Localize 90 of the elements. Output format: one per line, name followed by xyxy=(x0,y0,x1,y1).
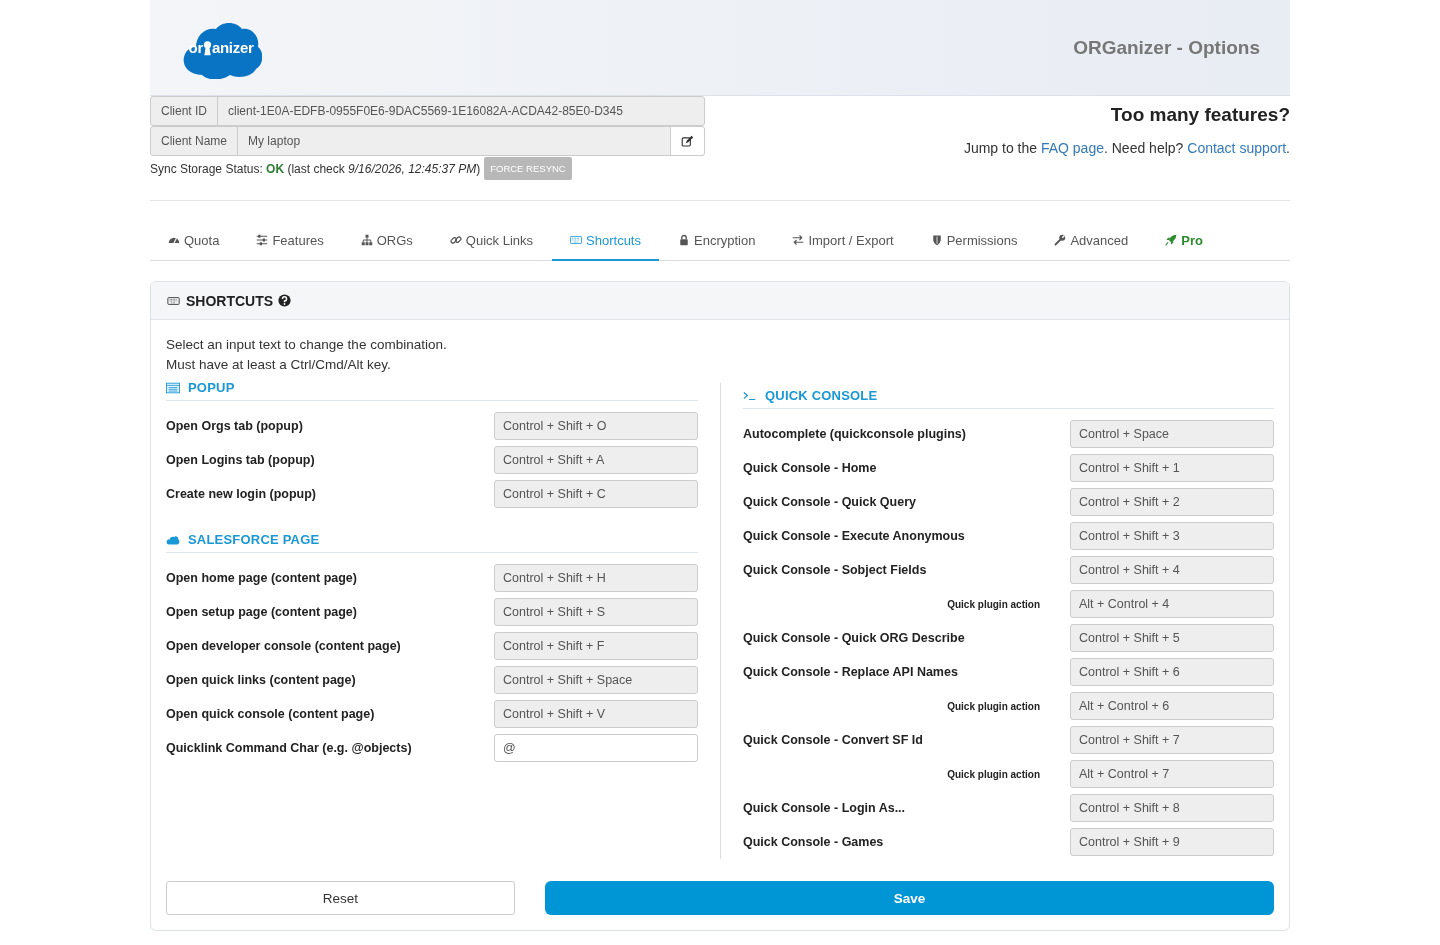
logo-text: or xyxy=(188,39,203,56)
shortcut-field[interactable]: Control + Shift + 4 xyxy=(1070,556,1274,584)
shortcut-label: Quicklink Command Char (e.g. @objects) xyxy=(166,741,412,755)
shortcut-label: Open quick links (content page) xyxy=(166,673,356,687)
logo-text: anizer xyxy=(211,39,254,56)
tab[interactable]: Pro xyxy=(1147,221,1221,261)
shortcut-field[interactable]: Control + Shift + 7 xyxy=(1070,726,1274,754)
tab[interactable]: Permissions xyxy=(912,221,1036,261)
sub-label: Quick plugin action xyxy=(947,700,1040,712)
save-button[interactable]: Save xyxy=(545,881,1274,915)
help-text: Jump to the FAQ page. Need help? Contact support. xyxy=(963,140,1290,156)
client-id-field[interactable]: Client ID client-1E0A-EDFB-0955F0E6-9DAC5569-1E16082A-ACDA42-85E0-D345 xyxy=(150,96,705,126)
shortcut-field[interactable]: Control + Shift + H xyxy=(494,564,698,592)
shortcut-label: Open quick console (content page) xyxy=(166,707,375,721)
sub-label: Quick plugin action xyxy=(947,768,1040,780)
sync-status-text: Sync Storage Status: OK (last check 9/16/2026, 12:45:37 PM) xyxy=(150,161,481,176)
tab[interactable]: Shortcuts xyxy=(552,221,659,261)
shortcut-field[interactable]: Control + Shift + S xyxy=(494,598,698,626)
shortcut-field[interactable]: Control + Shift + C xyxy=(494,480,698,508)
keyboard-icon xyxy=(166,294,181,307)
rocket-icon xyxy=(1165,234,1178,246)
shortcut-field[interactable]: Control + Space xyxy=(1070,420,1274,448)
field-value: client-1E0A-EDFB-0955F0E6-9DAC5569-1E16082A-ACDA42-85E0-D345 xyxy=(227,103,624,120)
page-title: ORGanizer - Options xyxy=(1073,36,1260,59)
shortcut-field[interactable]: @ xyxy=(494,734,698,762)
help-link[interactable]: FAQ page xyxy=(1040,140,1104,156)
shortcut-field[interactable]: Control + Shift + 9 xyxy=(1070,828,1274,856)
shortcut-field[interactable]: Alt + Control + 4 xyxy=(1070,590,1274,618)
shortcut-label: Open home page (content page) xyxy=(166,571,357,585)
keyhole-icon xyxy=(202,39,212,56)
shortcut-label: Quick Console - Convert SF Id xyxy=(743,733,923,747)
shortcut-label: Quick Console - Execute Anonymous xyxy=(743,529,965,543)
link-icon xyxy=(449,234,462,246)
shield-icon xyxy=(930,234,943,246)
tab[interactable]: Features xyxy=(238,221,342,261)
tab[interactable]: Quick Links xyxy=(431,221,552,261)
field-label: Client ID xyxy=(151,97,218,125)
shortcut-field[interactable]: Control + Shift + 2 xyxy=(1070,488,1274,516)
shortcut-label: Open Orgs tab (popup) xyxy=(166,419,303,433)
shortcut-field[interactable]: Control + Shift + 3 xyxy=(1070,522,1274,550)
section-title: POPUP xyxy=(188,380,235,395)
shortcut-field[interactable]: Control + Shift + V xyxy=(494,700,698,728)
field-label: Client Name xyxy=(151,127,239,155)
help-icon xyxy=(278,294,292,307)
sliders-icon xyxy=(256,234,269,246)
tab[interactable]: Encryption xyxy=(660,221,774,261)
lock-icon xyxy=(678,234,690,246)
shortcut-field[interactable]: Control + Shift + F xyxy=(494,632,698,660)
tab[interactable]: Import / Export xyxy=(774,221,912,261)
section-title: SALESFORCE PAGE xyxy=(188,532,320,547)
shortcut-label: Quick Console - Replace API Names xyxy=(743,665,958,679)
client-name-field[interactable]: Client Name My laptop xyxy=(150,126,705,156)
tab[interactable]: Advanced xyxy=(1036,221,1147,261)
panel-title: SHORTCUTS xyxy=(186,292,274,309)
edit-icon xyxy=(681,134,694,148)
section-title: QUICK CONSOLE xyxy=(765,388,878,403)
arrows-icon xyxy=(792,234,805,246)
shortcut-label: Open Logins tab (popup) xyxy=(166,453,315,467)
wrench-icon xyxy=(1054,234,1067,246)
window-icon xyxy=(166,380,180,395)
help-heading: Too many features? xyxy=(1109,104,1290,126)
shortcut-field[interactable]: Alt + Control + 7 xyxy=(1070,760,1274,788)
shortcut-label: Quick Console - Sobject Fields xyxy=(743,563,927,577)
shortcut-label: Quick Console - Quick ORG Describe xyxy=(743,631,965,645)
instruction-text: Select an input text to change the combination. xyxy=(166,336,448,354)
shortcut-label: Open developer console (content page) xyxy=(166,639,401,653)
shortcut-label: Autocomplete (quickconsole plugins) xyxy=(743,427,966,441)
shortcut-field[interactable]: Control + Shift + Space xyxy=(494,666,698,694)
shortcut-label: Create new login (popup) xyxy=(166,487,316,501)
tab[interactable]: ORGs xyxy=(342,221,431,261)
shortcut-field[interactable]: Control + Shift + 1 xyxy=(1070,454,1274,482)
shortcut-field[interactable]: Control + Shift + 5 xyxy=(1070,624,1274,652)
shortcut-label: Quick Console - Login As... xyxy=(743,801,906,815)
field-value: My laptop xyxy=(247,133,302,150)
sitemap-icon xyxy=(360,234,373,246)
shortcut-label: Quick Console - Games xyxy=(743,835,884,849)
shortcut-field[interactable]: Control + Shift + 6 xyxy=(1070,658,1274,686)
reset-button[interactable]: Reset xyxy=(166,881,515,915)
shortcut-label: Quick Console - Home xyxy=(743,461,877,475)
shortcut-field[interactable]: Alt + Control + 6 xyxy=(1070,692,1274,720)
sub-label: Quick plugin action xyxy=(947,598,1040,610)
shortcut-field[interactable]: Control + Shift + A xyxy=(494,446,698,474)
keyboard-icon xyxy=(570,234,583,246)
shortcut-field[interactable]: Control + Shift + 8 xyxy=(1070,794,1274,822)
instruction-text: Must have at least a Ctrl/Cmd/Alt key. xyxy=(166,356,392,374)
shortcut-field[interactable]: Control + Shift + O xyxy=(494,412,698,440)
tab[interactable]: Quota xyxy=(150,221,238,261)
shortcut-label: Quick Console - Quick Query xyxy=(743,495,916,509)
edit-button[interactable] xyxy=(670,127,704,155)
shortcut-label: Open setup page (content page) xyxy=(166,605,357,619)
